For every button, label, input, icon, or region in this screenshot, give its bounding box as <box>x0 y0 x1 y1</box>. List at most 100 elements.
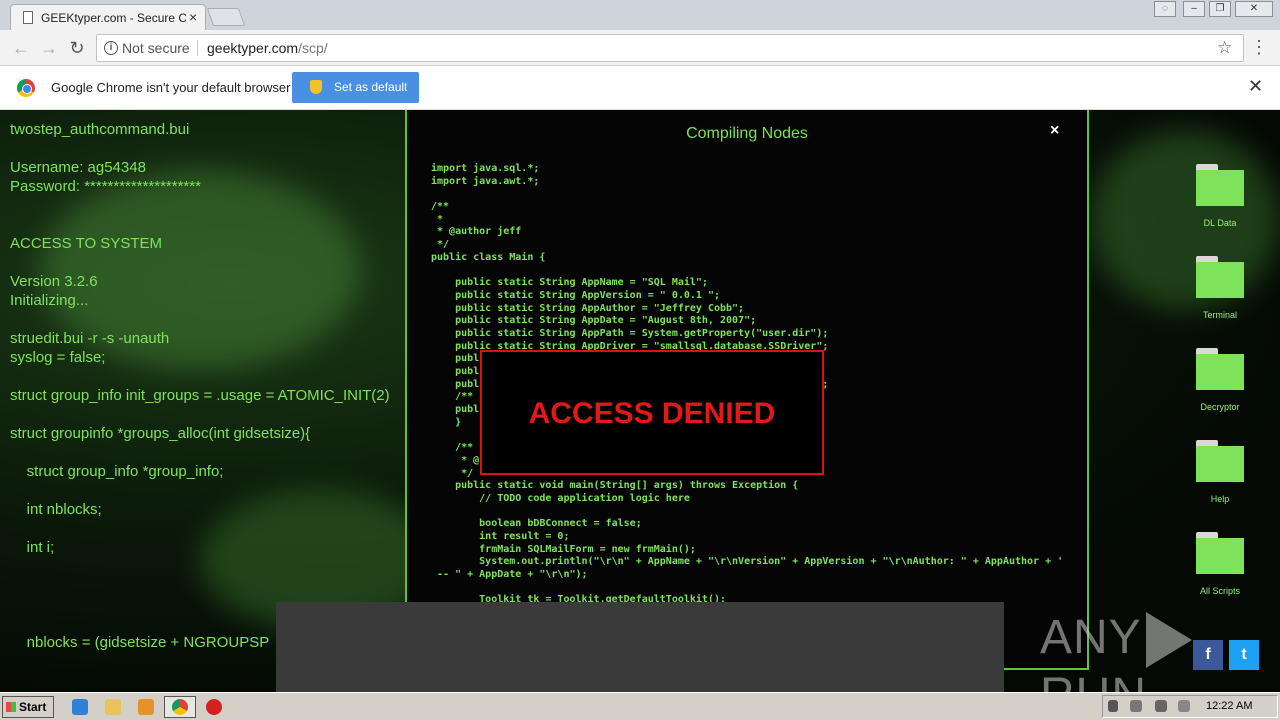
watermark-left: ANY <box>1040 611 1142 664</box>
address-bar[interactable]: i Not secure geektyper.com/scp/ ☆ <box>96 34 1244 62</box>
reload-icon[interactable]: ↻ <box>66 37 88 59</box>
desktop-folder[interactable]: Help <box>1185 440 1255 504</box>
code-line: -- " + AppDate + "\r\n"); <box>431 569 588 580</box>
window-close-icon[interactable]: ✕ <box>1235 1 1273 17</box>
infobar-message: Google Chrome isn't your default browser <box>51 80 291 95</box>
desktop-folder[interactable]: DL Data <box>1185 164 1255 228</box>
code-line: */ <box>431 239 450 251</box>
geektyper-page[interactable]: twostep_authcommand.bui Username: ag54348… <box>0 110 1280 692</box>
terminal-line: struct group_info init_groups = .usage =… <box>10 387 390 404</box>
clock[interactable]: 12:22 AM <box>1206 700 1252 712</box>
code-line: import java.awt.*; <box>431 175 540 187</box>
forward-arrow-icon[interactable]: → <box>38 37 60 59</box>
browser-tab[interactable]: GEEKtyper.com - Secure Co × <box>10 4 206 30</box>
gray-overlay <box>276 602 1004 692</box>
code-line: public static String AppVersion = " 0.0.… <box>431 289 720 301</box>
play-icon <box>1145 612 1192 669</box>
terminal-line: struct group_info *group_info; <box>10 463 224 480</box>
desktop-folder[interactable]: Decryptor <box>1185 348 1255 412</box>
tab-title: GEEKtyper.com - Secure Co <box>41 11 186 25</box>
watermark-right: RUN <box>1040 669 1147 692</box>
restore-icon[interactable]: ❐ <box>1209 1 1231 17</box>
folder-icon <box>1196 440 1244 482</box>
access-denied-text: ACCESS DENIED <box>528 397 776 430</box>
terminal-line: syslog = false; <box>10 349 106 366</box>
volume-icon[interactable] <box>1178 700 1190 712</box>
window-close-icon[interactable]: × <box>1050 122 1059 140</box>
folder-label: All Scripts <box>1199 586 1240 596</box>
set-as-default-label: Set as default <box>334 80 408 94</box>
shield-icon <box>310 80 322 94</box>
code-line: * @author jeff <box>431 226 522 238</box>
minimize-icon[interactable]: – <box>1183 1 1205 17</box>
chrome-icon <box>172 699 188 715</box>
desktop-folder[interactable]: All Scripts <box>1185 532 1255 596</box>
tray-arrow-icon[interactable] <box>1108 700 1118 712</box>
facebook-icon[interactable]: f <box>1193 640 1223 670</box>
terminal-line: ACCESS TO SYSTEM <box>10 235 162 252</box>
security-status[interactable]: Not secure <box>122 40 190 56</box>
back-arrow-icon[interactable]: ← <box>10 37 32 59</box>
network-icon[interactable] <box>1155 700 1167 712</box>
info-icon[interactable]: i <box>104 41 118 55</box>
chrome-logo-icon <box>17 79 35 97</box>
windows-taskbar: Start 12:22 AM <box>0 692 1280 720</box>
folder-label: Help <box>1210 494 1230 504</box>
code-line: public class Main { <box>431 251 546 263</box>
infobar-close-icon[interactable]: ✕ <box>1248 76 1263 97</box>
page-icon <box>23 11 33 24</box>
set-as-default-button[interactable]: Set as default <box>292 72 419 103</box>
folder-icon <box>1196 256 1244 298</box>
code-line: public static String AppDate = "August 8… <box>431 315 757 327</box>
terminal-line: twostep_authcommand.bui <box>10 121 190 138</box>
tab-close-icon[interactable]: × <box>189 9 197 25</box>
terminal-line: struct groupinfo *groups_alloc(int gidse… <box>10 425 311 442</box>
bookmark-star-icon[interactable]: ☆ <box>1217 38 1232 58</box>
start-button[interactable]: Start <box>2 696 54 718</box>
code-line: /** <box>431 201 450 213</box>
chrome-taskbar-button[interactable] <box>164 696 196 718</box>
code-line: * <box>431 213 444 225</box>
url-text[interactable]: geektyper.com/scp/ <box>207 40 328 56</box>
code-line: public static void main(String[] args) t… <box>431 480 799 492</box>
code-line: public static String AppName = "SQL Mail… <box>431 277 708 289</box>
code-line: frmMain SQLMailForm = new frmMain(); <box>431 543 696 555</box>
desktop-folder[interactable]: Terminal <box>1185 256 1255 320</box>
antivirus-icon[interactable] <box>206 699 222 715</box>
twitter-icon[interactable]: t <box>1229 640 1259 670</box>
internet-explorer-icon[interactable] <box>72 699 88 715</box>
terminal-line: Username: ag54348 <box>10 159 146 176</box>
window-title: Compiling Nodes <box>686 125 808 142</box>
browser-tab-strip: GEEKtyper.com - Secure Co × ◌ – ❐ ✕ <box>0 0 1280 30</box>
folder-icon <box>1196 532 1244 574</box>
url-path: /scp/ <box>298 40 328 56</box>
new-tab-button[interactable] <box>206 8 246 26</box>
code-line: public static String AppAuthor = "Jeffre… <box>431 302 745 314</box>
menu-dots-icon[interactable]: ⋮ <box>1250 35 1268 59</box>
terminal-line: int i; <box>10 539 55 556</box>
access-denied-popup[interactable]: ACCESS DENIED <box>480 350 824 475</box>
media-player-icon[interactable] <box>138 699 154 715</box>
profile-icon[interactable]: ◌ <box>1154 1 1176 17</box>
terminal-line: struedit.bui -r -s -unauth <box>10 330 170 347</box>
folder-icon <box>1196 348 1244 390</box>
code-line: boolean bDBConnect = false; <box>431 518 642 530</box>
divider <box>197 40 198 56</box>
file-explorer-icon[interactable] <box>105 699 121 715</box>
terminal-output: twostep_authcommand.bui Username: ag54348… <box>10 120 410 652</box>
flag-icon[interactable] <box>1130 700 1142 712</box>
terminal-line: Password: ******************** <box>10 178 201 195</box>
